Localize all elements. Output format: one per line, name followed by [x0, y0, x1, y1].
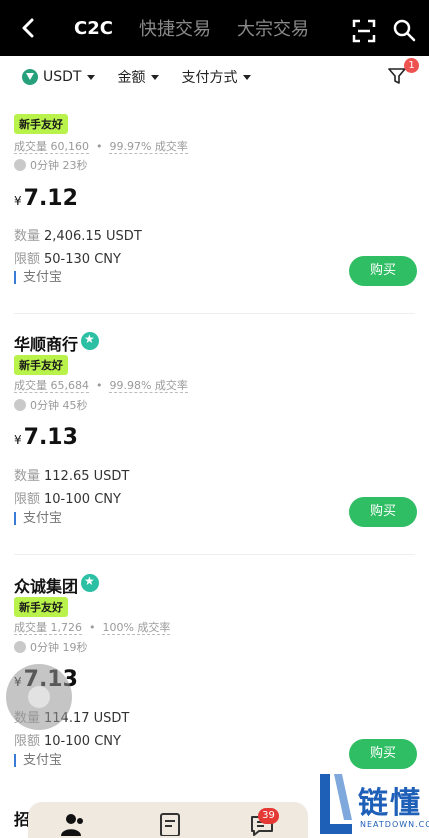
- currency-selector[interactable]: USDT: [22, 69, 96, 85]
- user-icon[interactable]: [60, 812, 86, 836]
- buy-button[interactable]: 购买: [349, 739, 417, 769]
- orders-icon[interactable]: [157, 812, 183, 836]
- chevron-down-icon: [243, 74, 252, 80]
- merchant-name[interactable]: 众诚集团: [14, 573, 78, 597]
- new-user-tag: 新手友好: [14, 114, 68, 134]
- ad-limit: 限额 10-100 CNY: [14, 492, 121, 507]
- assistive-dot-icon: [28, 686, 50, 708]
- trade-tabs: C2C 快捷交易 大宗交易: [74, 0, 309, 56]
- payment-label: 支付方式: [181, 70, 238, 86]
- clock-icon: [14, 399, 26, 411]
- tab-quick-trade[interactable]: 快捷交易: [139, 15, 211, 41]
- tab-block-trade[interactable]: 大宗交易: [237, 15, 309, 41]
- amount-selector[interactable]: 金额: [117, 67, 160, 87]
- divider: [14, 313, 415, 314]
- ad-quantity: 数量 2,406.15 USDT: [14, 229, 142, 244]
- clock-icon: [14, 641, 26, 653]
- watermark-logo-icon: [320, 774, 352, 834]
- amount-label: 金额: [117, 70, 146, 86]
- back-arrow-icon[interactable]: [16, 14, 42, 42]
- usdt-icon: [22, 69, 38, 85]
- merchant-stats: 成交量 60,160 • 99.97% 成交率: [14, 140, 188, 154]
- watermark-subtext: NEATDOWN.COM: [360, 820, 429, 829]
- ad-limit: 限额 10-100 CNY: [14, 734, 121, 749]
- buy-button[interactable]: 购买: [349, 497, 417, 527]
- top-bar: C2C 快捷交易 大宗交易: [0, 0, 429, 56]
- new-user-tag: 新手友好: [14, 597, 68, 617]
- ad-price: ¥7.13: [14, 425, 78, 450]
- messages-badge: 39: [258, 808, 279, 824]
- merchant-stats: 成交量 1,726 • 100% 成交率: [14, 621, 171, 635]
- verified-badge-icon: [81, 574, 99, 592]
- payment-method: 支付宝: [14, 512, 62, 525]
- ad-limit: 限额 50-130 CNY: [14, 252, 121, 267]
- divider: [14, 554, 415, 555]
- release-time: 0分钟 19秒: [14, 639, 88, 655]
- new-user-tag: 新手友好: [14, 355, 68, 375]
- ad-quantity: 数量 112.65 USDT: [14, 469, 130, 484]
- scan-icon[interactable]: [352, 19, 376, 43]
- watermark-text: 链懂: [358, 786, 422, 821]
- payment-selector[interactable]: 支付方式: [181, 67, 252, 87]
- merchant-name[interactable]: 华顺商行: [14, 331, 78, 355]
- search-icon[interactable]: [392, 18, 416, 42]
- buy-button[interactable]: 购买: [349, 256, 417, 286]
- filter-badge: 1: [404, 58, 419, 73]
- filter-funnel-icon[interactable]: [388, 67, 406, 85]
- chevron-down-icon: [151, 74, 160, 80]
- clock-icon: [14, 159, 26, 171]
- release-time: 0分钟 45秒: [14, 397, 88, 413]
- verified-badge-icon: [81, 332, 99, 350]
- chevron-down-icon: [87, 74, 96, 80]
- payment-method: 支付宝: [14, 754, 62, 767]
- floating-assistive-button[interactable]: [6, 664, 72, 730]
- filter-bar: USDT 金额 支付方式: [0, 56, 429, 98]
- ad-list: 新手友好 成交量 60,160 • 99.97% 成交率 0分钟 23秒 ¥7.…: [0, 98, 429, 838]
- currency-label: USDT: [43, 69, 82, 85]
- release-time: 0分钟 23秒: [14, 157, 88, 173]
- ad-price: ¥7.12: [14, 186, 78, 211]
- tab-c2c[interactable]: C2C: [74, 18, 113, 39]
- payment-method: 支付宝: [14, 271, 62, 284]
- merchant-stats: 成交量 65,684 • 99.98% 成交率: [14, 379, 188, 393]
